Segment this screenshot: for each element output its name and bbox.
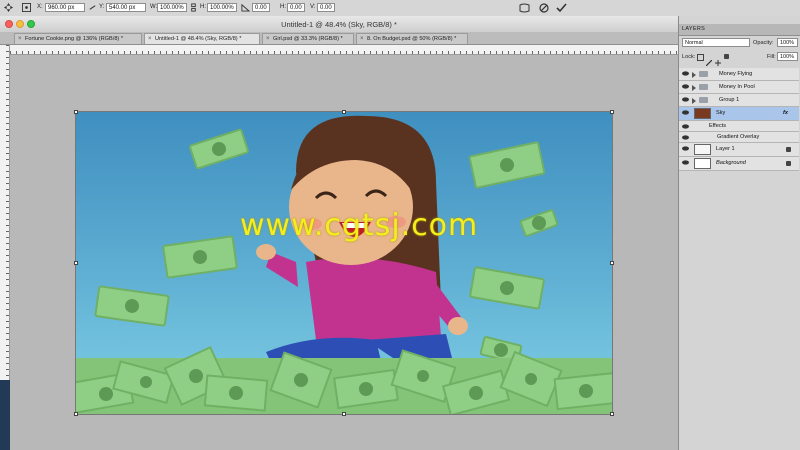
layer-name: Money In Pool xyxy=(719,84,755,90)
horizontal-skew-field[interactable]: 0.00 xyxy=(287,3,305,12)
blend-mode-select[interactable]: Normal xyxy=(682,38,750,47)
close-tab-icon[interactable]: × xyxy=(360,34,364,44)
group-folder-icon xyxy=(699,97,708,103)
warp-mode-icon[interactable] xyxy=(519,3,530,13)
opacity-label: Opacity: xyxy=(753,40,774,46)
layer-row-money-flying[interactable]: Money Flying xyxy=(679,68,799,81)
lock-label: Lock: xyxy=(682,54,696,60)
fill-label: Fill: xyxy=(767,54,776,60)
transform-handle[interactable] xyxy=(610,110,614,114)
visibility-eye-icon[interactable] xyxy=(682,146,689,151)
x-position-field[interactable]: 960.00 px xyxy=(45,3,85,12)
expand-triangle-icon[interactable] xyxy=(692,98,696,104)
layer-row-sky[interactable]: Sky fx xyxy=(679,107,799,121)
layer-row-money-in-pool[interactable]: Money In Pool xyxy=(679,81,799,94)
layer-thumbnail xyxy=(694,108,711,119)
group-folder-icon xyxy=(699,84,708,90)
horizontal-ruler[interactable] xyxy=(10,45,678,55)
transform-handle[interactable] xyxy=(74,412,78,416)
layer-effects-row[interactable]: Effects xyxy=(679,121,799,132)
tab-label: 8. On Budget.psd @ 50% (RGB/8) * xyxy=(367,36,457,42)
tab-label: Fortune Cookie.png @ 136% (RGB/8) * xyxy=(25,36,124,42)
close-tab-icon[interactable]: × xyxy=(266,34,270,44)
fill-field[interactable]: 100% xyxy=(777,52,798,61)
lock-position-icon[interactable] xyxy=(715,53,721,66)
layer-name: Money Flying xyxy=(719,71,753,77)
layer-row-background[interactable]: Background xyxy=(679,157,799,171)
y-label: Y: xyxy=(99,4,105,10)
transform-handle[interactable] xyxy=(74,261,78,265)
expand-triangle-icon[interactable] xyxy=(692,72,696,78)
close-tab-icon[interactable]: × xyxy=(148,34,152,44)
options-bar: X: 960.00 px Y: 540.00 px W: 100.00% H: … xyxy=(0,0,800,17)
visibility-eye-icon[interactable] xyxy=(682,110,689,115)
visibility-eye-icon[interactable] xyxy=(682,71,689,76)
layer-name: Gradient Overlay xyxy=(717,134,760,140)
group-folder-icon xyxy=(699,71,708,77)
close-tab-icon[interactable]: × xyxy=(18,34,22,44)
layer-name: Effects xyxy=(709,123,726,129)
visibility-eye-icon[interactable] xyxy=(682,160,689,165)
layers-tab[interactable]: LAYERS xyxy=(682,26,705,32)
x-label: X: xyxy=(37,4,43,10)
move-tool-icon[interactable] xyxy=(4,3,13,12)
lock-icon xyxy=(786,161,791,166)
visibility-eye-icon[interactable] xyxy=(682,124,689,129)
layer-name: Layer 1 xyxy=(716,146,735,152)
transform-handle[interactable] xyxy=(342,412,346,416)
tab-on-budget-psd[interactable]: × 8. On Budget.psd @ 50% (RGB/8) * xyxy=(356,33,468,44)
window-title: Untitled-1 @ 48.4% (Sky, RGB/8) * xyxy=(281,20,397,29)
reference-point-icon[interactable] xyxy=(22,3,31,12)
visibility-eye-icon[interactable] xyxy=(682,97,689,102)
commit-transform-icon[interactable] xyxy=(556,3,567,13)
rotate-field[interactable]: 0.00 xyxy=(252,3,270,12)
desktop-background xyxy=(0,380,10,450)
hskew-label: H: xyxy=(280,4,286,10)
tab-girl-psd[interactable]: × Girl.psd @ 33.3% (RGB/8) * xyxy=(262,33,354,44)
cancel-transform-icon[interactable] xyxy=(539,3,549,13)
transform-bounding-box xyxy=(75,111,613,415)
visibility-eye-icon[interactable] xyxy=(682,84,689,89)
h-label: H: xyxy=(200,4,206,10)
rotate-icon xyxy=(241,3,250,12)
lock-all-icon[interactable] xyxy=(724,54,729,59)
layer-effects-fx-icon[interactable]: fx xyxy=(783,110,788,116)
vskew-label: V: xyxy=(310,4,316,10)
layer-name: Group 1 xyxy=(719,97,740,103)
vertical-skew-field[interactable]: 0.00 xyxy=(317,3,335,12)
transform-handle[interactable] xyxy=(610,261,614,265)
transform-handle[interactable] xyxy=(74,110,78,114)
layer-name: Background xyxy=(716,160,746,166)
width-field[interactable]: 100.00% xyxy=(157,3,187,12)
layer-name: Sky xyxy=(716,110,726,116)
height-field[interactable]: 100.00% xyxy=(207,3,237,12)
tab-fortune-cookie[interactable]: × Fortune Cookie.png @ 136% (RGB/8) * xyxy=(14,33,142,44)
layer-row-layer-1[interactable]: Layer 1 xyxy=(679,143,799,157)
lock-pixels-icon[interactable] xyxy=(705,53,713,67)
layers-panel-header: LAYERS xyxy=(679,24,800,36)
layer-row-group-1[interactable]: Group 1 xyxy=(679,94,799,107)
transform-handle[interactable] xyxy=(610,412,614,416)
link-dimensions-icon[interactable] xyxy=(189,3,198,12)
watermark-text: www.cgtsj.com xyxy=(240,208,479,243)
tab-label: Girl.psd @ 33.3% (RGB/8) * xyxy=(273,36,343,42)
link-position-icon[interactable] xyxy=(88,3,97,12)
layer-thumbnail xyxy=(694,144,711,155)
lock-transparent-icon[interactable] xyxy=(697,54,704,61)
tab-label: Untitled-1 @ 48.4% (Sky, RGB/8) * xyxy=(155,36,242,42)
opacity-field[interactable]: 100% xyxy=(777,38,798,47)
gradient-overlay-effect-row[interactable]: Gradient Overlay xyxy=(679,132,799,143)
y-position-field[interactable]: 540.00 px xyxy=(106,3,146,12)
document-title-bar: Untitled-1 @ 48.4% (Sky, RGB/8) * xyxy=(0,16,678,33)
tab-untitled-1[interactable]: × Untitled-1 @ 48.4% (Sky, RGB/8) * xyxy=(144,33,260,44)
transform-handle[interactable] xyxy=(342,110,346,114)
layers-panel: LAYERS Normal Opacity: 100% Lock: Fill: … xyxy=(678,16,800,450)
lock-icon xyxy=(786,147,791,152)
layer-thumbnail xyxy=(694,158,711,169)
visibility-eye-icon[interactable] xyxy=(682,135,689,140)
document-tab-bar: × Fortune Cookie.png @ 136% (RGB/8) * × … xyxy=(0,32,678,45)
expand-triangle-icon[interactable] xyxy=(692,85,696,91)
